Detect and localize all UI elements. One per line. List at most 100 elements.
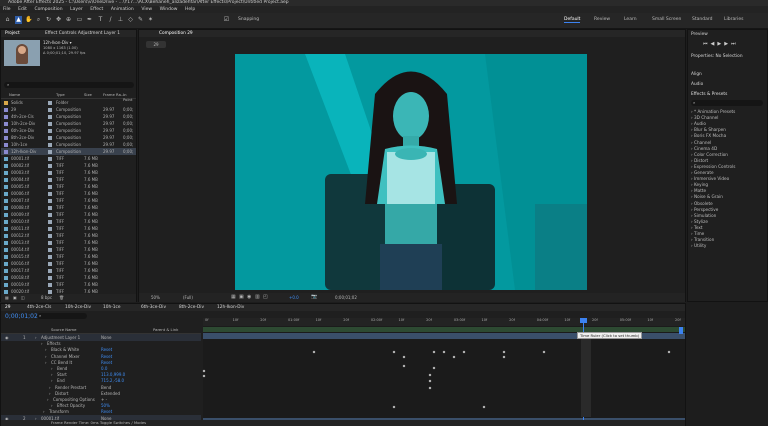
menu-window[interactable]: Window — [160, 6, 178, 13]
project-item[interactable]: 00019.tif TIFF 7.6 MB — [1, 281, 136, 288]
project-item[interactable]: 00002.tif TIFF 7.6 MB — [1, 162, 136, 169]
rotate-tool-icon[interactable]: ↻ — [45, 16, 52, 24]
project-item[interactable]: Solids Folder — [1, 99, 136, 106]
channel-icon[interactable]: ◉ — [247, 294, 251, 300]
clone-tool-icon[interactable]: ⊥ — [117, 16, 124, 24]
mask-icon[interactable]: ▣ — [239, 294, 244, 300]
item-label-swatch[interactable] — [48, 113, 54, 120]
keyframe-icon[interactable] — [312, 350, 316, 354]
keyframe-icon[interactable] — [462, 350, 466, 354]
new-comp-icon[interactable]: ◫ — [21, 295, 25, 300]
home-icon[interactable]: ⌂ — [4, 16, 11, 24]
menu-effect[interactable]: Effect — [90, 6, 103, 13]
project-item[interactable]: 10h-2ce-Div Composition 29.97 0;00; — [1, 120, 136, 127]
keyframe-icon[interactable] — [428, 373, 432, 377]
menu-layer[interactable]: Layer — [70, 6, 83, 13]
timeline-tab[interactable]: 10h-1ce — [103, 305, 120, 310]
item-label-swatch[interactable] — [48, 155, 54, 162]
align-title[interactable]: Align — [691, 72, 702, 77]
keyframe-icon[interactable] — [432, 366, 436, 370]
project-item[interactable]: 00016.tif TIFF 7.6 MB — [1, 260, 136, 267]
item-label-swatch[interactable] — [48, 232, 54, 239]
item-label-swatch[interactable] — [48, 169, 54, 176]
effect-category[interactable]: › Keying — [691, 182, 708, 187]
project-item[interactable]: 00015.tif TIFF 7.6 MB — [1, 253, 136, 260]
item-label-swatch[interactable] — [48, 176, 54, 183]
selection-tool-icon[interactable]: ▲ — [15, 16, 22, 24]
effect-category[interactable]: › Stylize — [691, 219, 708, 224]
project-item[interactable]: 12h-Ikon-Div Composition 29.97 0;00; — [1, 148, 136, 155]
menu-animation[interactable]: Animation — [111, 6, 134, 13]
camera-tool-icon[interactable]: ✥ — [55, 16, 62, 24]
effect-category[interactable]: › Expression Controls — [691, 164, 735, 169]
timeline-tab[interactable]: 8th-2ce-Div — [179, 305, 204, 310]
interpret-footage-icon[interactable]: ▦ — [5, 295, 9, 300]
workspace-review[interactable]: Review — [594, 17, 610, 22]
effect-category[interactable]: › Utility — [691, 243, 706, 248]
menu-composition[interactable]: Composition — [34, 6, 62, 13]
keyframe-icon[interactable] — [502, 355, 506, 359]
trash-icon[interactable]: 🗑 — [59, 295, 64, 300]
item-label-swatch[interactable] — [48, 183, 54, 190]
col-frame-rate[interactable]: Frame Ra... — [103, 92, 125, 97]
project-item[interactable]: 29 Composition 29.97 0;00; — [1, 106, 136, 113]
project-item[interactable]: 00012.tif TIFF 7.6 MB — [1, 232, 136, 239]
effect-category[interactable]: › Matte — [691, 188, 706, 193]
item-label-swatch[interactable] — [48, 197, 54, 204]
timeline-graph-area[interactable]: 0f 10f 20f 01:00f 10f 20f 02:00f 10f 20f 03:00f 10… — [202, 318, 685, 422]
col-type[interactable]: Type — [56, 92, 65, 97]
region-icon[interactable]: ◰ — [263, 294, 268, 300]
keyframe-icon[interactable] — [402, 355, 406, 359]
keyframe-icon[interactable] — [482, 405, 486, 409]
keyframe-icon[interactable] — [202, 374, 206, 378]
menu-help[interactable]: Help — [185, 6, 195, 13]
workspace-standard[interactable]: Standard — [692, 17, 712, 22]
resolution-select[interactable]: (Full) — [183, 295, 193, 300]
project-item[interactable]: 00009.tif TIFF 7.6 MB — [1, 211, 136, 218]
project-item[interactable]: 10h-1ce Composition 29.97 0;00; — [1, 141, 136, 148]
project-item[interactable]: 00017.tif TIFF 7.6 MB — [1, 267, 136, 274]
timeline-tab[interactable]: 12h-Ikon-Div — [217, 305, 244, 310]
type-tool-icon[interactable]: T — [97, 16, 104, 24]
workspace-small-screen[interactable]: Small Screen — [652, 17, 681, 22]
project-item[interactable]: 00001.tif TIFF 7.6 MB — [1, 155, 136, 162]
timeline-search-input[interactable]: ⌕ — [37, 313, 87, 319]
item-label-swatch[interactable] — [48, 106, 54, 113]
comp-breadcrumb[interactable]: 29 — [146, 41, 166, 48]
item-label-swatch[interactable] — [48, 225, 54, 232]
project-item[interactable]: 4th-2ce-Cls Composition 29.97 0;00; — [1, 113, 136, 120]
zoom-tool-icon[interactable]: ⌕ — [35, 16, 42, 24]
timeline-tab[interactable]: 4th-2ce-Cls — [27, 305, 51, 310]
puppet-tool-icon[interactable]: ✶ — [147, 16, 154, 24]
effect-category[interactable]: › Audio — [691, 121, 706, 126]
item-label-swatch[interactable] — [48, 211, 54, 218]
project-item[interactable]: 00018.tif TIFF 7.6 MB — [1, 274, 136, 281]
item-label-swatch[interactable] — [48, 260, 54, 267]
keyframe-icon[interactable] — [667, 350, 671, 354]
viewer-timecode[interactable]: 0;00;01;02 — [335, 295, 357, 300]
grid-icon[interactable]: ▦ — [231, 294, 236, 300]
eraser-tool-icon[interactable]: ◇ — [127, 16, 134, 24]
keyframe-icon[interactable] — [452, 355, 456, 359]
item-label-swatch[interactable] — [48, 190, 54, 197]
item-label-swatch[interactable] — [48, 239, 54, 246]
timeline-tab[interactable]: 10h-2ce-Div — [65, 305, 91, 310]
keyframe-icon[interactable] — [442, 350, 446, 354]
effect-category[interactable]: › Noise & Grain — [691, 194, 723, 199]
workspace-default[interactable]: Default — [564, 17, 581, 23]
effect-category[interactable]: › Generate — [691, 170, 714, 175]
tab-composition[interactable]: Composition 29 — [159, 31, 193, 36]
menu-view[interactable]: View — [141, 6, 152, 13]
workspace-learn[interactable]: Learn — [624, 17, 637, 22]
project-item[interactable]: 00014.tif TIFF 7.6 MB — [1, 246, 136, 253]
snapshot-icon[interactable]: 📷 — [311, 294, 317, 300]
effect-category[interactable]: › Boris FX Mocha — [691, 133, 726, 138]
effect-category[interactable]: › Blur & Sharpen — [691, 127, 726, 132]
keyframe-icon[interactable] — [432, 350, 436, 354]
project-item[interactable]: 00008.tif TIFF 7.6 MB — [1, 204, 136, 211]
effect-category[interactable]: › Color Correction — [691, 152, 728, 157]
keyframe-icon[interactable] — [428, 379, 432, 383]
effect-category[interactable]: › * Animation Presets — [691, 109, 735, 114]
effect-category[interactable]: › Time — [691, 231, 704, 236]
project-item[interactable]: 6th-3ce-Div Composition 29.97 0;00; — [1, 127, 136, 134]
